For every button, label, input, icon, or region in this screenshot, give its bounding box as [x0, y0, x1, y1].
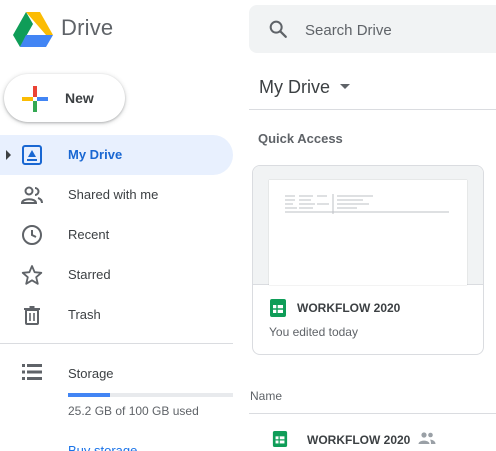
search-bar[interactable]	[249, 5, 496, 53]
sidebar-item-shared-with-me[interactable]: Shared with me	[0, 175, 233, 215]
main-divider	[249, 109, 496, 110]
brand-name: Drive	[61, 15, 114, 40]
name-column-header[interactable]: Name	[250, 389, 282, 403]
quick-access-file-meta: You edited today	[269, 325, 358, 339]
quick-access-card[interactable]: WORKFLOW 2020 You edited today	[252, 165, 484, 355]
drive-logo-icon[interactable]	[13, 10, 53, 48]
sheets-icon	[270, 299, 286, 317]
thumbnail-preview-lines	[285, 194, 449, 214]
sheets-icon	[272, 431, 288, 447]
new-button[interactable]: New	[4, 74, 125, 122]
sidebar-item-my-drive[interactable]: My Drive	[0, 135, 233, 175]
expand-arrow-icon[interactable]	[6, 150, 11, 160]
file-thumbnail	[253, 166, 483, 285]
my-drive-icon	[22, 145, 42, 165]
storage-progress-fill	[68, 393, 110, 397]
search-input[interactable]	[305, 19, 490, 41]
quick-access-file-name: WORKFLOW 2020	[297, 301, 401, 315]
buy-storage-link[interactable]: Buy storage	[68, 443, 137, 451]
storage-icon	[22, 364, 42, 380]
sidebar-item-trash[interactable]: Trash	[0, 295, 233, 335]
clock-icon	[22, 225, 42, 245]
sidebar-item-label: Shared with me	[68, 187, 159, 202]
storage-label[interactable]: Storage	[68, 366, 114, 381]
sidebar-item-label: My Drive	[68, 147, 123, 162]
sidebar-item-starred[interactable]: Starred	[0, 255, 233, 295]
sidebar-item-label: Starred	[68, 267, 111, 282]
shared-people-icon	[418, 432, 436, 444]
sidebar-item-label: Trash	[68, 307, 101, 322]
storage-used-text: 25.2 GB of 100 GB used	[68, 404, 199, 418]
dropdown-caret-icon[interactable]	[340, 84, 350, 89]
star-icon	[21, 265, 43, 285]
file-name: WORKFLOW 2020	[307, 433, 411, 447]
shared-with-me-icon	[21, 186, 43, 204]
sidebar-divider	[0, 343, 233, 344]
storage-progress-bar	[68, 393, 233, 397]
new-button-label: New	[65, 90, 94, 106]
file-row[interactable]: WORKFLOW 2020	[249, 414, 496, 451]
search-icon[interactable]	[267, 18, 289, 40]
page-title[interactable]: My Drive	[259, 77, 330, 98]
sidebar-item-label: Recent	[68, 227, 110, 242]
plus-icon	[22, 86, 48, 112]
quick-access-label: Quick Access	[258, 131, 343, 146]
sidebar-item-recent[interactable]: Recent	[0, 215, 233, 255]
trash-icon	[24, 306, 40, 325]
